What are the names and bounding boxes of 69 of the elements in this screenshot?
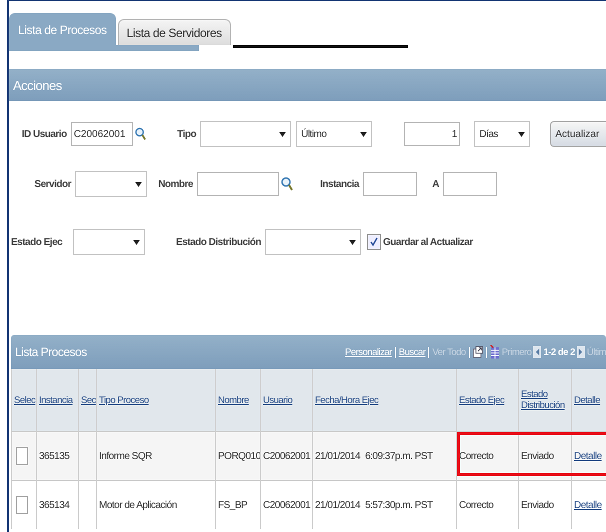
table-cell: Correcto (459, 500, 494, 510)
count-field[interactable]: 1 (404, 122, 460, 146)
name-field[interactable] (197, 172, 279, 196)
caret-icon (135, 182, 142, 186)
caret-icon (133, 240, 140, 244)
caret-icon (360, 132, 368, 136)
field-label: Estado Distribución (175, 236, 262, 248)
run-status-dropdown[interactable] (73, 229, 145, 255)
previous-arrow-icon (533, 346, 542, 358)
caret-icon (279, 132, 286, 136)
table-cell: Enviado (521, 500, 554, 510)
row-checkbox[interactable] (16, 447, 28, 465)
section-title: Acciones (13, 78, 62, 92)
table-cell: Correcto (459, 450, 494, 462)
table-cell: C20062001 (263, 500, 310, 510)
table-cell: 365134 (39, 500, 70, 510)
caret-icon (518, 132, 526, 136)
tab[interactable]: Lista de Servidores (118, 19, 231, 45)
search-icon[interactable] (134, 126, 146, 142)
column-header[interactable]: Nombre (218, 394, 249, 406)
table-cell: Informe SQR (99, 450, 152, 462)
table-cell: 6:09:37p.m. PST (365, 450, 433, 462)
pager-text: 1-2 de 2 (543, 346, 575, 358)
server-dropdown[interactable] (75, 171, 147, 197)
unit-dropdown[interactable]: Días (474, 121, 530, 147)
column-header[interactable]: Usuario (263, 394, 292, 406)
range-dropdown[interactable]: Último (296, 121, 372, 147)
user-id-field[interactable]: C20062001 (70, 122, 133, 146)
table-cell: 21/01/2014 (315, 450, 360, 462)
field-label: ID Usuario (20, 128, 68, 140)
field-label: A (431, 178, 440, 190)
column-header[interactable]: Estado Distribución (521, 389, 571, 411)
table-cell: 365135 (39, 450, 70, 462)
column-header[interactable]: Instancia (39, 394, 73, 406)
column-header[interactable]: Tipo Proceso (99, 394, 149, 406)
detail-link[interactable]: Detalle (574, 500, 602, 510)
table-cell: Enviado (521, 450, 554, 462)
checkmark-icon (369, 237, 379, 247)
row-checkbox[interactable] (16, 496, 28, 514)
field-label: Tipo (176, 128, 198, 140)
table-cell: Motor de Aplicación (99, 500, 177, 510)
instance-from-field[interactable] (363, 172, 417, 196)
field-label: Servidor (33, 178, 72, 190)
spreadsheet-icon[interactable] (490, 345, 500, 359)
field-label: Nombre (157, 178, 194, 190)
table-cell: 21/01/2014 (315, 500, 360, 510)
caret-icon (349, 240, 356, 244)
type-dropdown[interactable] (200, 121, 292, 147)
table-cell: C20062001 (263, 450, 310, 462)
new-window-icon[interactable] (472, 345, 483, 359)
column-header[interactable]: Detalle (574, 394, 600, 406)
instance-to-field[interactable] (443, 172, 497, 196)
column-header[interactable]: Sec (81, 394, 96, 406)
column-header[interactable]: Fecha/Hora Ejec (315, 394, 378, 406)
checkbox[interactable] (367, 234, 381, 250)
next-arrow-icon (576, 346, 585, 358)
table-cell: PORQ010 (218, 450, 261, 462)
detail-link[interactable]: Detalle (574, 450, 602, 462)
column-header[interactable]: Selec (14, 394, 36, 406)
search-icon[interactable] (281, 176, 293, 192)
column-header[interactable]: Estado Ejec (459, 394, 504, 406)
checkbox-label: Guardar al Actualizar (383, 236, 473, 248)
field-label: Estado Ejec (11, 236, 64, 248)
field-label: Instancia (319, 178, 360, 190)
table-cell: 5:57:30p.m. PST (365, 500, 433, 510)
distribution-status-dropdown[interactable] (265, 229, 361, 255)
table-cell: FS_BP (218, 500, 248, 510)
refresh-button[interactable]: Actualizar (550, 121, 606, 147)
grid-title: Lista Procesos (15, 345, 87, 359)
